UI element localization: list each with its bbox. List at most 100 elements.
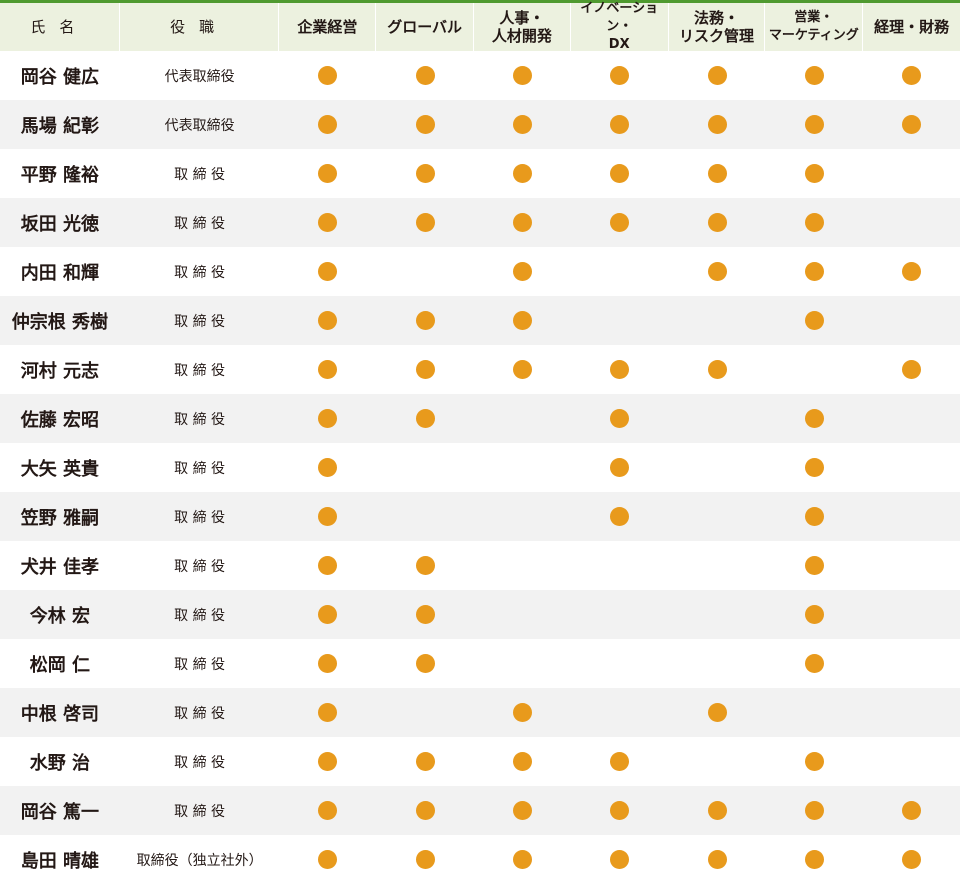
skill-dot-icon xyxy=(902,801,922,820)
skill-cell xyxy=(669,639,766,688)
skill-dot-icon xyxy=(512,703,532,722)
skill-dot-icon xyxy=(804,115,824,134)
skill-dot-icon xyxy=(318,703,338,722)
skill-cell xyxy=(376,639,474,688)
skill-cell xyxy=(765,296,863,345)
director-name: 馬場 紀彰 xyxy=(20,115,100,137)
skill-cell xyxy=(669,541,766,590)
director-role: 取 締 役 xyxy=(174,166,226,183)
skill-cell xyxy=(571,296,669,345)
table-body: 岡谷 健広 代表取締役 馬場 紀彰 代表取締役 平野 隆裕取 締 役坂田 光徳取 締 役… xyxy=(0,51,960,884)
skill-cell xyxy=(376,737,474,786)
skill-cell xyxy=(669,443,766,492)
director-role: 取 締 役 xyxy=(174,509,226,526)
skill-cell xyxy=(669,100,766,149)
skill-cell xyxy=(863,296,960,345)
skill-dot-icon xyxy=(804,507,824,526)
skill-dot-icon xyxy=(707,262,727,281)
skill-cell xyxy=(474,492,571,541)
skill-cell xyxy=(571,786,669,835)
skill-dot-icon xyxy=(415,605,435,624)
skill-dot-icon xyxy=(512,360,532,379)
director-role: 取締役（独立社外） xyxy=(136,852,263,869)
skill-dot-icon xyxy=(415,801,435,820)
skill-cell xyxy=(376,149,474,198)
skill-dot-icon xyxy=(512,213,532,232)
skill-cell xyxy=(376,541,474,590)
header-skill-finance: 経理・財務 xyxy=(874,18,950,36)
skill-dot-icon xyxy=(318,66,338,85)
skill-cell xyxy=(863,786,960,835)
skill-cell xyxy=(765,149,863,198)
skill-cell xyxy=(765,786,863,835)
skill-cell xyxy=(279,247,376,296)
skill-dot-icon xyxy=(415,213,435,232)
header-skill-hr: 人事・ 人材開発 xyxy=(474,3,571,51)
skill-cell xyxy=(765,51,863,100)
skill-dot-icon xyxy=(415,164,435,183)
skill-dot-icon xyxy=(415,360,435,379)
director-name: 坂田 光徳 xyxy=(20,213,100,235)
skill-cell xyxy=(279,198,376,247)
skill-cell xyxy=(863,247,960,296)
director-role: 取 締 役 xyxy=(174,705,226,722)
skill-dot-icon xyxy=(318,605,338,624)
table-row: 岡谷 篤一 取 締 役 xyxy=(0,786,960,835)
skill-cell xyxy=(376,296,474,345)
skill-dot-icon xyxy=(610,458,630,477)
director-name: 内田 和輝 xyxy=(20,262,100,284)
skill-dot-icon xyxy=(902,115,922,134)
skill-cell xyxy=(474,100,571,149)
skill-cell xyxy=(765,541,863,590)
table-row: 内田 和輝 取 締 役 xyxy=(0,247,960,296)
skill-cell xyxy=(474,786,571,835)
skill-cell xyxy=(474,345,571,394)
skill-dot-icon xyxy=(610,409,630,428)
skill-dot-icon xyxy=(318,213,338,232)
skill-cell xyxy=(765,198,863,247)
skill-dot-icon xyxy=(318,458,338,477)
director-role: 取 締 役 xyxy=(174,656,226,673)
table-row: 河村 元志 取 締 役 xyxy=(0,345,960,394)
skill-cell xyxy=(376,198,474,247)
skill-dot-icon xyxy=(804,850,824,869)
table-row: 今林 宏 取 締 役 xyxy=(0,590,960,639)
skill-cell xyxy=(863,149,960,198)
skill-dot-icon xyxy=(804,409,824,428)
skill-dot-icon xyxy=(610,752,630,771)
skill-cell xyxy=(669,737,766,786)
skill-dot-icon xyxy=(902,262,922,281)
header-skill-management: 企業経営 xyxy=(279,3,377,51)
skill-dot-icon xyxy=(804,164,824,183)
header-skill-innovation-dx: イノベーション・ DX xyxy=(571,1,669,52)
director-role: 代表取締役 xyxy=(164,68,235,85)
director-role: 取 締 役 xyxy=(174,411,226,428)
director-name: 大矢 英貴 xyxy=(20,458,100,480)
skill-dot-icon xyxy=(610,164,630,183)
director-role: 取 締 役 xyxy=(174,607,226,624)
director-name: 島田 晴雄 xyxy=(20,850,100,872)
skill-cell xyxy=(279,492,376,541)
director-name: 佐藤 宏昭 xyxy=(20,409,100,431)
skill-cell xyxy=(474,51,571,100)
skill-cell xyxy=(863,492,960,541)
skill-dot-icon xyxy=(902,360,922,379)
skill-dot-icon xyxy=(318,556,338,575)
table-row: 岡谷 健広 代表取締役 xyxy=(0,51,960,100)
skill-cell xyxy=(376,394,474,443)
skill-dot-icon xyxy=(512,66,532,85)
table-row: 坂田 光徳 取 締 役 xyxy=(0,198,960,247)
skill-cell xyxy=(765,443,863,492)
skill-cell xyxy=(474,688,571,737)
table-row: 仲宗根 秀樹 取 締 役 xyxy=(0,296,960,345)
skill-dot-icon xyxy=(610,850,630,869)
skill-cell xyxy=(474,247,571,296)
skill-cell xyxy=(863,541,960,590)
table-row: 松岡 仁 取 締 役 xyxy=(0,639,960,688)
skill-cell xyxy=(765,394,863,443)
skill-cell xyxy=(669,345,766,394)
skill-cell xyxy=(279,296,376,345)
skill-dot-icon xyxy=(804,458,824,477)
skill-dot-icon xyxy=(610,507,630,526)
skill-cell xyxy=(765,835,863,884)
